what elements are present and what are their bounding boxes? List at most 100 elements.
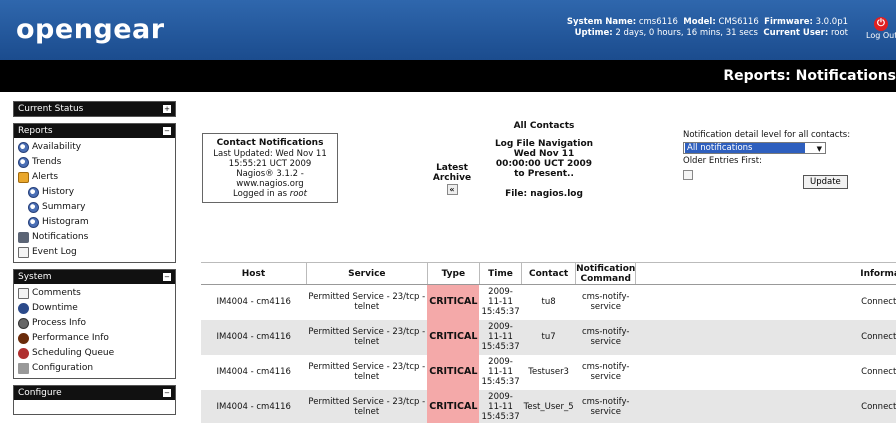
power-icon[interactable]: ⏻ [874,17,888,31]
clock-icon [28,217,39,228]
expand-icon[interactable]: + [163,105,171,113]
dropdown-arrow-icon[interactable]: ▼ [817,144,822,154]
sidebar-item-label[interactable]: History [42,185,74,200]
logged-in-user: root [289,189,307,199]
cell-contact: Test_User_5 [521,389,576,423]
performance-icon [18,333,29,344]
notifications-table: Host Service Type Time Contact Notificat… [201,262,896,423]
page-title: Reports: Notifications [723,68,896,84]
cell-contact: tu8 [521,284,576,320]
system-title[interactable]: System [18,272,52,282]
current-user: root [830,28,848,38]
sidebar-item-performance-info[interactable]: Performance Info [18,331,172,346]
system-header[interactable]: System − [14,270,175,284]
model-value: CMS6116 [718,17,759,27]
sidebar-item-label[interactable]: Availability [32,140,81,155]
cell-host: IM4004 - cm4116 [201,319,307,355]
table-header-row: Host Service Type Time Contact Notificat… [201,262,896,285]
gear-icon [18,318,29,329]
collapse-icon[interactable]: − [163,273,171,281]
latest-archive-label: Latest Archive [432,163,472,183]
cell-service: Permitted Service - 23/tcp - telnet [306,284,428,320]
model-label: Model: [683,17,716,27]
logout-button[interactable]: ⏻ Log Out [866,17,896,40]
column-service: Service [306,262,428,285]
sidebar-item-availability[interactable]: Availability [18,140,172,155]
sidebar-item-label[interactable]: Process Info [32,316,86,331]
update-button[interactable]: Update [803,175,848,189]
reports-title[interactable]: Reports [18,126,53,136]
sidebar-item-label[interactable]: Scheduling Queue [32,346,114,361]
sidebar-item-label[interactable]: Trends [32,155,61,170]
sidebar-item-scheduling-queue[interactable]: Scheduling Queue [18,346,172,361]
sidebar-item-comments[interactable]: Comments [18,286,172,301]
folder-icon [18,172,29,183]
sidebar-item-histogram[interactable]: Histogram [18,215,172,230]
detail-level-select[interactable]: All notifications ▼ [683,142,826,154]
collapse-icon[interactable]: − [163,389,171,397]
sidebar-item-label[interactable]: Downtime [32,301,78,316]
system-name: cms6116 [638,17,678,27]
sidebar-item-label[interactable]: Alerts [32,170,58,185]
firmware-value: 3.0.0p1 [815,17,848,27]
logged-in-prefix: Logged in as [233,189,290,199]
sidebar-item-label[interactable]: Configuration [32,361,93,376]
logout-label[interactable]: Log Out [866,31,896,40]
sidebar-item-summary[interactable]: Summary [18,200,172,215]
speaker-icon [18,232,29,243]
comment-icon [18,288,29,299]
configure-header[interactable]: Configure − [14,386,175,400]
cell-command: cms-notify-service [575,354,636,390]
nagios-version: Nagios® 3.1.2 - www.nagios.org [236,169,304,189]
clock-icon [28,187,39,198]
sidebar-item-history[interactable]: History [18,185,172,200]
sidebar-item-notifications[interactable]: Notifications [18,230,172,245]
notification-options: Notification detail level for all contac… [683,130,873,189]
reports-panel: Reports − Availability Trends Alerts His… [13,123,176,263]
sidebar-item-process-info[interactable]: Process Info [18,316,172,331]
configure-title[interactable]: Configure [18,388,62,398]
collapse-icon[interactable]: − [163,127,171,135]
sidebar-item-event-log[interactable]: Event Log [18,245,172,260]
last-updated: Last Updated: Wed Nov 11 15:55:21 UCT 20… [213,149,327,169]
system-panel: System − Comments Downtime Process Info … [13,269,176,379]
cell-host: IM4004 - cm4116 [201,354,307,390]
detail-level-value[interactable]: All notifications [685,143,805,153]
sidebar-item-label[interactable]: Performance Info [32,331,109,346]
cell-host: IM4004 - cm4116 [201,389,307,423]
current-status-title[interactable]: Current Status [18,104,83,114]
older-entries-checkbox[interactable] [683,170,693,180]
sidebar-item-label[interactable]: Comments [32,286,81,301]
sidebar-item-alerts[interactable]: Alerts [18,170,172,185]
document-icon [18,247,29,258]
cell-information: Connection re [635,319,896,355]
sidebar-item-configuration[interactable]: Configuration [18,361,172,376]
sidebar-item-label[interactable]: Notifications [32,230,88,245]
top-banner: opengear System Name: cms6116 Model: CMS… [0,0,896,60]
cell-time: 2009-11-11 15:45:37 [479,354,522,390]
sidebar-item-label[interactable]: Histogram [42,215,89,230]
log-file-navigation: Log File Navigation Wed Nov 11 00:00:00 … [494,139,594,179]
cell-command: cms-notify-service [575,389,636,423]
cell-type: CRITICAL [427,284,480,320]
system-name-label: System Name: [566,17,637,27]
log-navigation: All Contacts Log File Navigation Wed Nov… [490,121,598,199]
sidebar: Current Status + Reports − Availability … [13,101,176,421]
sidebar-item-label[interactable]: Event Log [32,245,77,260]
cell-information: Connection re [635,284,896,320]
sidebar-item-downtime[interactable]: Downtime [18,301,172,316]
cell-time: 2009-11-11 15:45:37 [479,284,522,320]
sidebar-item-label[interactable]: Summary [42,200,86,215]
all-contacts-heading: All Contacts [513,121,575,131]
cell-service: Permitted Service - 23/tcp - telnet [306,354,428,390]
reports-header[interactable]: Reports − [14,124,175,138]
archive-prev-button[interactable]: « [446,184,458,195]
cell-information: Connection re [635,389,896,423]
configure-panel: Configure − [13,385,176,415]
table-row: IM4004 - cm4116 Permitted Service - 23/t… [201,319,896,355]
sidebar-item-trends[interactable]: Trends [18,155,172,170]
contact-notifications-box: Contact Notifications Last Updated: Wed … [202,133,338,203]
cell-type: CRITICAL [427,319,480,355]
log-file-name: File: nagios.log [505,189,583,199]
current-status-header[interactable]: Current Status + [14,102,175,116]
